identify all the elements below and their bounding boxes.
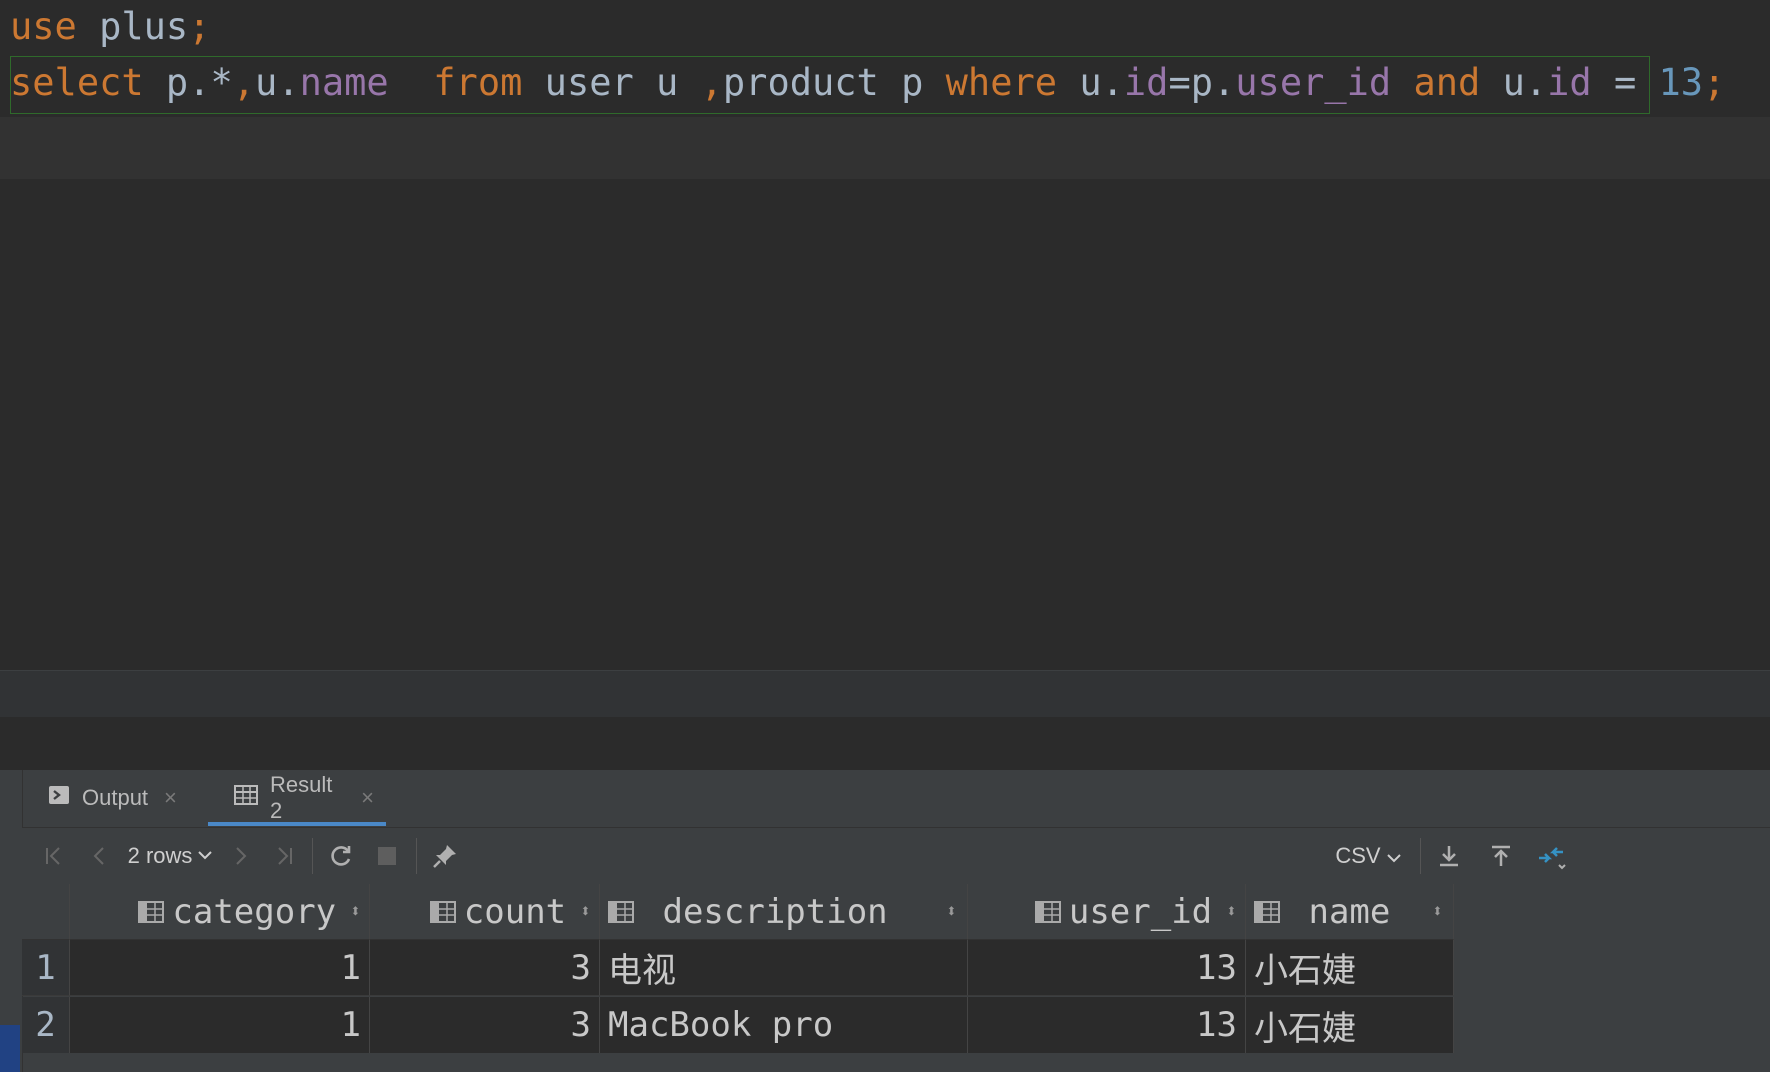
active-tab-indicator bbox=[208, 822, 386, 826]
last-page-icon[interactable] bbox=[262, 828, 306, 884]
code-token: from bbox=[433, 61, 523, 104]
row-number[interactable]: 1 bbox=[22, 940, 70, 996]
sort-icon[interactable]: ⬍ bbox=[580, 901, 591, 922]
code-token: u. bbox=[255, 61, 300, 104]
column-icon bbox=[138, 892, 165, 932]
column-header-category[interactable]: category ⬍ bbox=[70, 884, 370, 940]
column-header-user-id[interactable]: user_id ⬍ bbox=[968, 884, 1246, 940]
cell-name[interactable]: 小石婕 bbox=[1246, 997, 1454, 1053]
result-toolbar: 2 rows CSV bbox=[22, 827, 1770, 884]
sort-icon[interactable]: ⬍ bbox=[946, 901, 957, 922]
console-icon bbox=[48, 785, 70, 811]
cell-description[interactable]: 电视 bbox=[600, 940, 968, 996]
cell-user-id[interactable]: 13 bbox=[968, 997, 1246, 1053]
code-token: plus bbox=[76, 5, 189, 48]
code-token: and bbox=[1413, 61, 1481, 104]
column-header-label: name bbox=[1308, 891, 1391, 932]
tab-output-label: Output bbox=[82, 785, 149, 810]
export-format-select[interactable]: CSV bbox=[1332, 828, 1404, 884]
column-icon bbox=[429, 892, 456, 932]
services-tool-window: Output × Result 2 × 2 rows CSV category … bbox=[0, 770, 1770, 1072]
compare-icon[interactable] bbox=[1528, 828, 1574, 884]
previous-page-icon[interactable] bbox=[78, 828, 122, 884]
rows-count-select[interactable]: 2 rows bbox=[124, 828, 216, 884]
cell-description[interactable]: MacBook pro bbox=[600, 997, 968, 1053]
cell-count[interactable]: 3 bbox=[370, 940, 600, 996]
code-token: 13 bbox=[1658, 61, 1704, 104]
code-token: user_id bbox=[1235, 61, 1392, 104]
code-token: product p bbox=[722, 61, 946, 104]
code-token: , bbox=[232, 61, 256, 104]
column-header-description[interactable]: description ⬍ bbox=[600, 884, 968, 940]
result-grid: category ⬍ count ⬍ description ⬍ user_id… bbox=[22, 884, 1454, 1072]
sql-editor[interactable]: use plus; select p.*,u.name from user u … bbox=[0, 0, 1770, 672]
download-icon[interactable] bbox=[1426, 828, 1472, 884]
selected-row-marker bbox=[0, 1025, 20, 1072]
sort-icon[interactable]: ⬍ bbox=[350, 901, 361, 922]
table-icon bbox=[234, 785, 258, 811]
cell-category[interactable]: 1 bbox=[70, 940, 370, 996]
column-icon bbox=[1034, 892, 1061, 932]
column-header-label: user_id bbox=[1068, 891, 1213, 932]
code-token: user u bbox=[522, 61, 701, 104]
code-token: where bbox=[945, 61, 1058, 104]
code-token: ; bbox=[188, 5, 211, 48]
caret-row-highlight bbox=[0, 117, 1770, 179]
code-token: use bbox=[10, 5, 77, 48]
column-icon bbox=[608, 892, 634, 932]
column-header-label: category bbox=[172, 891, 337, 932]
row-number[interactable]: 2 bbox=[22, 997, 70, 1053]
toolbar-separator bbox=[312, 838, 313, 874]
row-number-header bbox=[22, 884, 70, 940]
splitter[interactable] bbox=[0, 670, 1770, 717]
column-header-label: count bbox=[463, 891, 567, 932]
next-page-icon[interactable] bbox=[218, 828, 262, 884]
code-line-1-text: use plus; bbox=[10, 0, 211, 54]
code-token: name bbox=[299, 61, 389, 104]
code-line-2-text: select p.*,u.name from user u ,product p… bbox=[10, 56, 1725, 110]
column-header-count[interactable]: count ⬍ bbox=[370, 884, 600, 940]
stop-icon[interactable] bbox=[364, 828, 410, 884]
cell-category[interactable]: 1 bbox=[70, 997, 370, 1053]
column-header-name[interactable]: name ⬍ bbox=[1246, 884, 1454, 940]
export-format-label: CSV bbox=[1335, 843, 1381, 868]
code-line-1[interactable]: use plus; bbox=[0, 0, 1770, 60]
sort-icon[interactable]: ⬍ bbox=[1432, 901, 1443, 922]
cell-name[interactable]: 小石婕 bbox=[1246, 940, 1454, 996]
upload-icon[interactable] bbox=[1478, 828, 1524, 884]
pin-tab-icon[interactable] bbox=[422, 828, 468, 884]
code-token: u. bbox=[1480, 61, 1548, 104]
close-icon[interactable]: × bbox=[164, 785, 177, 811]
chevron-down-icon bbox=[1386, 843, 1401, 869]
code-token: id bbox=[1547, 61, 1592, 104]
refresh-icon[interactable] bbox=[318, 828, 364, 884]
code-token: id bbox=[1123, 61, 1169, 104]
code-token: p.* bbox=[143, 61, 233, 104]
code-token: ; bbox=[1703, 61, 1726, 104]
tab-output[interactable]: Output × bbox=[22, 770, 194, 826]
code-token: = bbox=[1591, 61, 1659, 104]
toolbar-separator bbox=[416, 838, 417, 874]
close-icon[interactable]: × bbox=[361, 785, 374, 811]
column-header-label: description bbox=[662, 891, 888, 932]
first-page-icon[interactable] bbox=[32, 828, 76, 884]
tab-result-label: Result 2 bbox=[270, 772, 333, 823]
sort-icon[interactable]: ⬍ bbox=[1226, 901, 1237, 922]
code-line-2[interactable]: select p.*,u.name from user u ,product p… bbox=[0, 56, 1770, 116]
grid-empty-area bbox=[1454, 884, 1770, 1072]
code-token: =p. bbox=[1168, 61, 1236, 104]
cell-count[interactable]: 3 bbox=[370, 997, 600, 1053]
chevron-down-icon bbox=[198, 847, 213, 865]
rows-count-label: 2 rows bbox=[127, 843, 193, 868]
tab-result-2[interactable]: Result 2 × bbox=[208, 770, 386, 826]
code-token: select bbox=[10, 61, 144, 104]
code-token: , bbox=[700, 61, 723, 104]
column-icon bbox=[1254, 892, 1280, 932]
toolbar-separator bbox=[1420, 838, 1421, 874]
cell-user-id[interactable]: 13 bbox=[968, 940, 1246, 996]
code-token: u. bbox=[1057, 61, 1124, 104]
